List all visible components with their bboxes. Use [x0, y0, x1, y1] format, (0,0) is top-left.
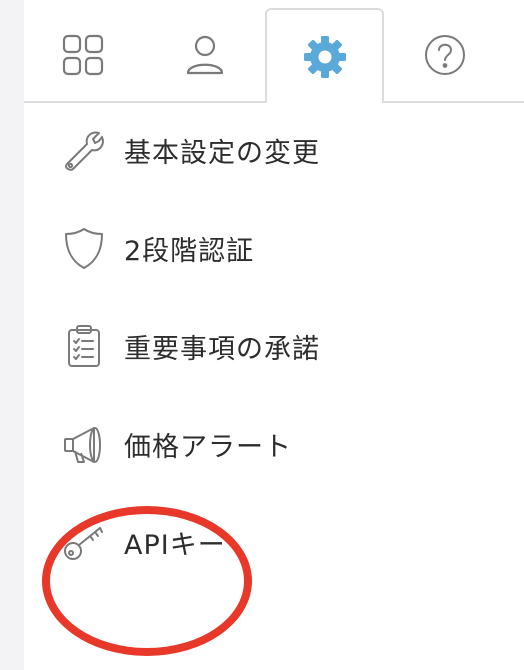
tab-bar — [24, 0, 524, 106]
clipboard-icon — [62, 324, 106, 368]
tab-settings[interactable] — [265, 8, 384, 106]
menu-item-two-factor[interactable]: 2段階認証 — [24, 199, 524, 297]
tab-dashboard[interactable] — [24, 8, 142, 101]
menu-item-price-alert[interactable]: 価格アラート — [24, 395, 524, 493]
menu-item-basic-settings[interactable]: 基本設定の変更 — [24, 101, 524, 199]
gear-icon — [302, 34, 348, 80]
menu-item-label: 基本設定の変更 — [124, 137, 320, 169]
grid-icon — [61, 33, 105, 77]
menu-item-important-terms[interactable]: 重要事項の承諾 — [24, 297, 524, 395]
tab-help[interactable] — [386, 8, 504, 101]
menu-item-api-key[interactable]: APIキー — [24, 493, 524, 591]
megaphone-icon — [62, 422, 106, 466]
wrench-icon — [62, 128, 106, 172]
menu-item-label: APIキー — [124, 529, 226, 561]
menu-item-label: 2段階認証 — [124, 235, 255, 267]
help-icon — [423, 33, 467, 77]
settings-menu: 基本設定の変更 2段階認証 重要事項の承諾 価格アラート APIキー — [24, 101, 524, 591]
menu-item-label: 重要事項の承諾 — [124, 333, 320, 365]
user-icon — [183, 33, 227, 77]
settings-panel: 基本設定の変更 2段階認証 重要事項の承諾 価格アラート APIキー — [24, 0, 524, 670]
key-icon — [62, 520, 106, 564]
shield-icon — [62, 226, 106, 270]
menu-item-label: 価格アラート — [124, 431, 292, 463]
tab-account[interactable] — [146, 8, 264, 101]
